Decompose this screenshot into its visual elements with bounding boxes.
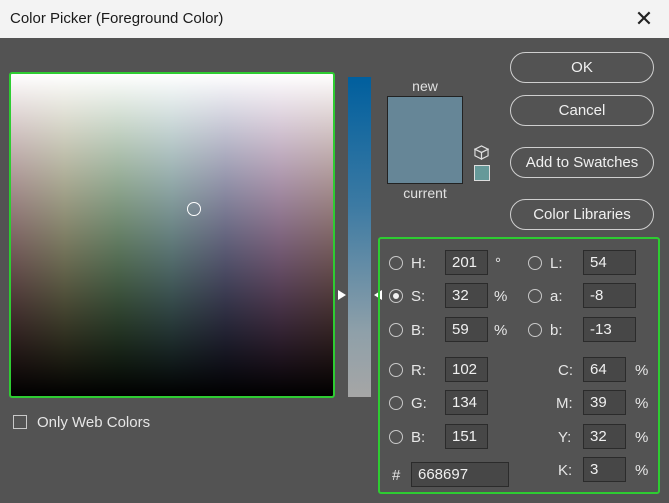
cyan-label: C: bbox=[558, 362, 573, 379]
lightness-input[interactable] bbox=[583, 250, 636, 275]
lightness-label: L: bbox=[550, 255, 563, 272]
yellow-unit: % bbox=[635, 429, 649, 446]
cyan-unit: % bbox=[635, 362, 649, 379]
color-field-cursor[interactable] bbox=[187, 202, 201, 216]
red-label: R: bbox=[411, 362, 426, 379]
close-button[interactable]: ✕ bbox=[629, 4, 659, 34]
black-label: K: bbox=[558, 462, 573, 479]
brightness-unit: % bbox=[494, 322, 508, 339]
window-title: Color Picker (Foreground Color) bbox=[10, 10, 224, 27]
only-web-colors-checkbox[interactable] bbox=[13, 415, 27, 429]
hex-label: # bbox=[392, 467, 401, 484]
add-to-swatches-button[interactable]: Add to Swatches bbox=[510, 147, 654, 178]
web-safe-color-swatch[interactable] bbox=[474, 165, 490, 181]
saturation-radio[interactable] bbox=[389, 289, 403, 303]
saturation-label: S: bbox=[411, 288, 426, 305]
yellow-input[interactable] bbox=[583, 424, 626, 449]
b-channel-label: b: bbox=[550, 322, 563, 339]
b-channel-input[interactable] bbox=[583, 317, 636, 342]
color-libraries-button[interactable]: Color Libraries bbox=[510, 199, 654, 230]
green-input[interactable] bbox=[445, 390, 488, 415]
cancel-button[interactable]: Cancel bbox=[510, 95, 654, 126]
saturation-unit: % bbox=[494, 288, 508, 305]
blue-radio[interactable] bbox=[389, 430, 403, 444]
cyan-input[interactable] bbox=[583, 357, 626, 382]
brightness-radio[interactable] bbox=[389, 323, 403, 337]
magenta-unit: % bbox=[635, 395, 649, 412]
color-preview-swatch bbox=[387, 96, 463, 184]
red-input[interactable] bbox=[445, 357, 488, 382]
new-color-label: new bbox=[412, 78, 438, 94]
ok-button[interactable]: OK bbox=[510, 52, 654, 83]
color-slider[interactable] bbox=[348, 77, 371, 397]
slider-handle-left[interactable] bbox=[338, 290, 346, 300]
web-safe-cube-icon[interactable] bbox=[474, 145, 489, 160]
black-unit: % bbox=[635, 462, 649, 479]
brightness-input[interactable] bbox=[445, 317, 488, 342]
magenta-input[interactable] bbox=[583, 390, 626, 415]
hue-input[interactable] bbox=[445, 250, 488, 275]
saturation-input[interactable] bbox=[445, 283, 488, 308]
a-channel-input[interactable] bbox=[583, 283, 636, 308]
magenta-label: M: bbox=[556, 395, 573, 412]
hue-label: H: bbox=[411, 255, 426, 272]
b-channel-radio[interactable] bbox=[528, 323, 542, 337]
hue-unit: ° bbox=[495, 255, 501, 272]
yellow-label: Y: bbox=[558, 429, 572, 446]
hue-radio[interactable] bbox=[389, 256, 403, 270]
lightness-radio[interactable] bbox=[528, 256, 542, 270]
black-input[interactable] bbox=[583, 457, 626, 482]
title-bar: Color Picker (Foreground Color) ✕ bbox=[0, 0, 669, 38]
current-color-label: current bbox=[403, 185, 447, 201]
only-web-colors-label: Only Web Colors bbox=[37, 414, 151, 431]
hex-input[interactable] bbox=[411, 462, 509, 487]
green-radio[interactable] bbox=[389, 396, 403, 410]
close-icon: ✕ bbox=[634, 6, 654, 31]
green-label: G: bbox=[411, 395, 427, 412]
red-radio[interactable] bbox=[389, 363, 403, 377]
brightness-label: B: bbox=[411, 322, 426, 339]
blue-input[interactable] bbox=[445, 424, 488, 449]
a-channel-radio[interactable] bbox=[528, 289, 542, 303]
color-field[interactable] bbox=[9, 72, 335, 398]
color-field-gradient[interactable] bbox=[11, 74, 333, 396]
blue-label: B: bbox=[411, 429, 426, 446]
a-channel-label: a: bbox=[550, 288, 563, 305]
